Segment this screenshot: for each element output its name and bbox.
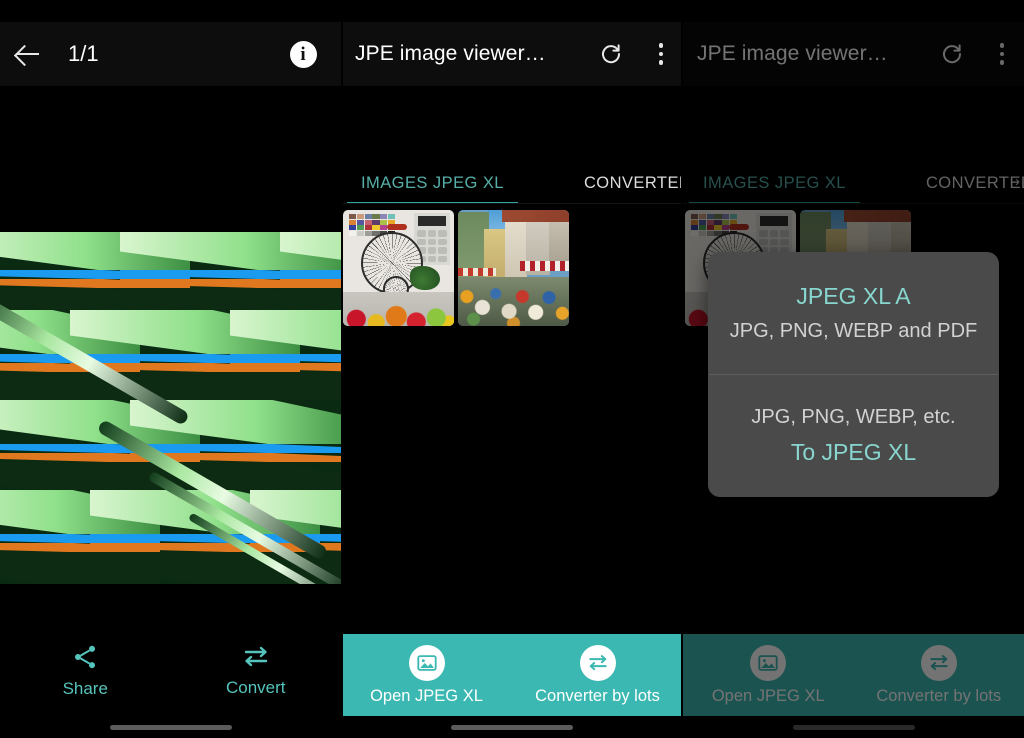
dialog-option-from-jpeg-xl[interactable]: JPEG XL A JPG, PNG, WEBP and PDF bbox=[708, 252, 999, 374]
conversion-mode-dialog: JPEG XL A JPG, PNG, WEBP and PDF JPG, PN… bbox=[708, 252, 999, 497]
open-jpeg-xl-button[interactable]: Open JPEG XL bbox=[683, 644, 854, 706]
gesture-bar bbox=[792, 725, 915, 730]
image-viewer-panel: 1/1 i Share Convert bbox=[0, 0, 341, 738]
dialog-option-subtitle: JPG, PNG, WEBP, etc. bbox=[751, 406, 956, 428]
thumbnail-item[interactable] bbox=[343, 210, 454, 326]
plant-prop bbox=[410, 266, 440, 290]
chevron-right-icon[interactable]: › bbox=[1015, 173, 1020, 190]
tab-images-jpeg-xl[interactable]: IMAGES JPEG XL bbox=[347, 174, 518, 204]
more-vertical-icon bbox=[999, 43, 1005, 65]
share-icon bbox=[75, 645, 96, 669]
converter-by-lots-button[interactable]: Converter by lots bbox=[512, 644, 683, 706]
open-jpeg-xl-label: Open JPEG XL bbox=[370, 686, 483, 705]
reload-icon bbox=[943, 44, 962, 64]
thumbnail-item[interactable] bbox=[458, 210, 569, 326]
awning bbox=[458, 268, 496, 277]
back-button[interactable] bbox=[0, 26, 56, 82]
gesture-bar bbox=[451, 725, 573, 730]
swap-arrows-icon bbox=[579, 644, 616, 681]
converter-by-lots-button[interactable]: Converter by lots bbox=[854, 644, 1024, 706]
app-title: JPE image viewer… bbox=[697, 42, 888, 65]
reload-icon bbox=[602, 44, 621, 64]
converter-appbar: JPE image viewer… bbox=[683, 22, 1024, 86]
overflow-menu-button[interactable] bbox=[639, 26, 683, 82]
converter-panel: JPE image viewer… IMAGES JPEG XL CONVERT… bbox=[341, 0, 683, 738]
viewer-image[interactable] bbox=[0, 232, 341, 584]
bicycle-seat bbox=[387, 224, 407, 230]
tab-converted[interactable]: CONVERTED bbox=[570, 174, 683, 204]
gesture-bar bbox=[109, 725, 232, 730]
open-jpeg-xl-button[interactable]: Open JPEG XL bbox=[341, 644, 512, 706]
reload-button[interactable] bbox=[583, 26, 639, 82]
panel-divider-2 bbox=[681, 0, 683, 738]
image-icon bbox=[408, 644, 445, 681]
viewer-action-bar: Share Convert bbox=[0, 628, 341, 714]
dialog-option-to-jpeg-xl[interactable]: JPG, PNG, WEBP, etc. To JPEG XL bbox=[708, 375, 999, 497]
roofline bbox=[844, 210, 911, 222]
viewer-appbar: 1/1 i bbox=[0, 22, 341, 86]
open-jpeg-xl-label: Open JPEG XL bbox=[711, 686, 825, 705]
swap-arrows-icon bbox=[920, 644, 957, 681]
thumbnail-grid bbox=[341, 210, 683, 326]
converter-tabs: IMAGES JPEG XL CONVERTED › bbox=[683, 158, 1024, 204]
more-vertical-icon bbox=[658, 43, 664, 65]
back-arrow-icon bbox=[15, 41, 41, 67]
convert-label: Convert bbox=[225, 678, 286, 697]
swap-arrows-icon bbox=[244, 646, 267, 667]
converter-appbar: JPE image viewer… bbox=[341, 22, 683, 86]
awning bbox=[520, 261, 569, 272]
roofline bbox=[502, 210, 569, 222]
share-button[interactable]: Share bbox=[0, 643, 171, 699]
tab-converted[interactable]: CONVERTED bbox=[912, 174, 1024, 204]
fruit-still-life bbox=[343, 292, 454, 326]
dialog-option-subtitle: JPG, PNG, WEBP and PDF bbox=[729, 320, 978, 342]
dialog-option-title: To JPEG XL bbox=[790, 439, 917, 465]
app-title: JPE image viewer… bbox=[355, 42, 546, 65]
bicycle-seat bbox=[729, 224, 749, 230]
reload-button[interactable] bbox=[924, 26, 980, 82]
converter-by-lots-label: Converter by lots bbox=[876, 686, 1002, 705]
converter-tabs: IMAGES JPEG XL CONVERTED bbox=[341, 158, 683, 204]
converter-by-lots-label: Converter by lots bbox=[535, 686, 660, 705]
info-icon: i bbox=[289, 40, 317, 68]
info-button[interactable]: i bbox=[275, 26, 331, 82]
crowd-region bbox=[458, 277, 569, 326]
image-icon bbox=[750, 644, 787, 681]
converter-bottom-bar: Open JPEG XL Converter by lots bbox=[341, 634, 683, 716]
page-counter: 1/1 bbox=[68, 41, 99, 66]
convert-button[interactable]: Convert bbox=[171, 644, 342, 698]
panel-divider-1 bbox=[341, 0, 343, 738]
dialog-option-title: JPEG XL A bbox=[796, 283, 911, 309]
tab-images-jpeg-xl[interactable]: IMAGES JPEG XL bbox=[689, 174, 860, 204]
converter-bottom-bar: Open JPEG XL Converter by lots bbox=[683, 634, 1024, 716]
share-label: Share bbox=[62, 679, 108, 698]
overflow-menu-button[interactable] bbox=[980, 26, 1024, 82]
screen-root: 1/1 i Share Convert JPE image viewer… IM… bbox=[0, 0, 1024, 738]
